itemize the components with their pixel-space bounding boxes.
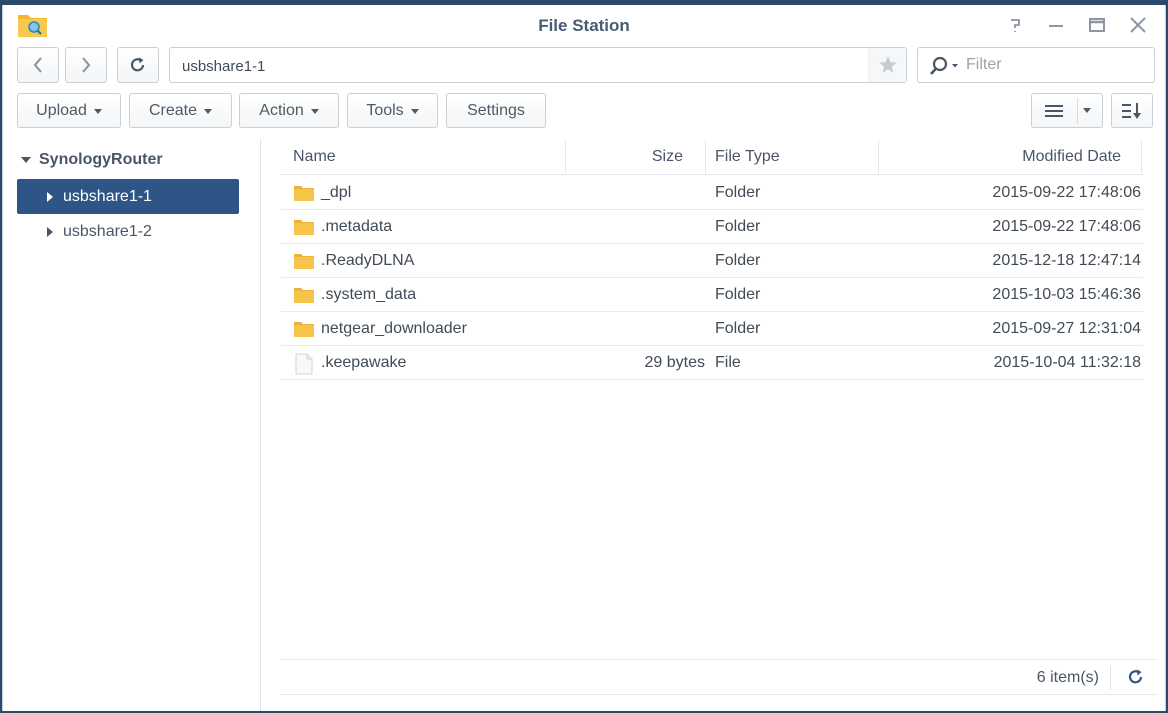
column-divider[interactable] bbox=[705, 141, 706, 173]
file-name: .keepawake bbox=[321, 354, 407, 371]
list-view-icon bbox=[1045, 104, 1063, 117]
path-text: usbshare1-1 bbox=[182, 58, 266, 75]
file-modified: 2015-10-04 11:32:18 bbox=[993, 354, 1141, 371]
tree-root[interactable]: SynologyRouter bbox=[21, 151, 163, 169]
folder-icon bbox=[294, 288, 314, 303]
caret-down-icon bbox=[204, 109, 213, 114]
file-size bbox=[565, 278, 705, 312]
forward-button[interactable] bbox=[65, 47, 107, 83]
file-name: .system_data bbox=[321, 286, 417, 303]
tree-item-label: usbshare1-2 bbox=[63, 222, 152, 240]
tree-item-label: usbshare1-1 bbox=[63, 187, 152, 205]
action-button[interactable]: Action bbox=[239, 93, 339, 128]
tools-button-label: Tools bbox=[366, 101, 404, 119]
tools-button[interactable]: Tools bbox=[347, 93, 438, 128]
refresh-icon[interactable] bbox=[1127, 668, 1145, 690]
maximize-icon[interactable] bbox=[1086, 14, 1108, 36]
help-icon[interactable] bbox=[1005, 14, 1027, 36]
caret-down-icon bbox=[1083, 108, 1091, 113]
refresh-icon bbox=[130, 57, 145, 72]
favorite-star-icon[interactable] bbox=[868, 48, 906, 82]
column-name[interactable]: Name bbox=[293, 139, 336, 175]
collapse-arrow-icon bbox=[47, 191, 53, 202]
column-divider[interactable] bbox=[1141, 141, 1142, 173]
divider bbox=[1077, 98, 1078, 124]
file-type: Folder bbox=[715, 184, 761, 201]
file-name: .ReadyDLNA bbox=[321, 252, 415, 269]
caret-down-icon bbox=[310, 109, 319, 114]
refresh-button[interactable] bbox=[117, 47, 159, 83]
folder-tree: SynologyRouter usbshare1-1 usbshare1-2 bbox=[3, 139, 261, 711]
divider bbox=[1110, 666, 1111, 690]
file-modified: 2015-10-03 15:46:36 bbox=[992, 286, 1141, 303]
tree-item-usbshare1-1[interactable]: usbshare1-1 bbox=[17, 179, 239, 214]
file-modified: 2015-09-22 17:48:06 bbox=[992, 184, 1141, 201]
file-row[interactable]: _dpl Folder 2015-09-22 17:48:06 bbox=[281, 176, 1143, 210]
file-type: Folder bbox=[715, 218, 761, 235]
column-modified-date[interactable]: Modified Date bbox=[878, 139, 1121, 175]
file-row[interactable]: .ReadyDLNA Folder 2015-12-18 12:47:14 bbox=[281, 244, 1143, 278]
file-station-window: File Station usbshare1-1 U bbox=[2, 5, 1166, 711]
status-bar: 6 item(s) bbox=[281, 659, 1157, 695]
view-mode-button[interactable] bbox=[1031, 93, 1103, 128]
file-row[interactable]: netgear_downloader Folder 2015-09-27 12:… bbox=[281, 312, 1143, 346]
chevron-right-icon bbox=[82, 57, 91, 73]
file-name: netgear_downloader bbox=[321, 320, 467, 337]
file-row[interactable]: .metadata Folder 2015-09-22 17:48:06 bbox=[281, 210, 1143, 244]
file-size bbox=[565, 210, 705, 244]
folder-icon bbox=[294, 322, 314, 337]
caret-down-icon bbox=[410, 109, 419, 114]
file-type: Folder bbox=[715, 320, 761, 337]
close-icon[interactable] bbox=[1127, 14, 1149, 36]
filter-box bbox=[917, 47, 1155, 83]
title-bar: File Station bbox=[3, 5, 1165, 43]
search-icon[interactable] bbox=[928, 56, 962, 80]
file-modified: 2015-09-22 17:48:06 bbox=[992, 218, 1141, 235]
folder-icon bbox=[294, 220, 314, 235]
collapse-arrow-icon bbox=[47, 226, 53, 237]
file-row[interactable]: .keepawake 29 bytes File 2015-10-04 11:3… bbox=[281, 346, 1143, 380]
sort-button[interactable] bbox=[1111, 93, 1153, 128]
tree-root-label: SynologyRouter bbox=[39, 151, 163, 168]
item-count: 6 item(s) bbox=[1036, 669, 1099, 686]
path-bar[interactable]: usbshare1-1 bbox=[169, 47, 907, 83]
file-modified: 2015-09-27 12:31:04 bbox=[992, 320, 1141, 337]
file-name: _dpl bbox=[321, 184, 352, 201]
file-name: .metadata bbox=[321, 218, 393, 235]
chevron-left-icon bbox=[33, 57, 42, 73]
file-size: 29 bytes bbox=[644, 354, 705, 371]
action-button-label: Action bbox=[259, 101, 304, 119]
file-icon bbox=[295, 353, 313, 375]
column-size[interactable]: Size bbox=[565, 139, 683, 175]
create-button[interactable]: Create bbox=[129, 93, 232, 128]
file-size bbox=[565, 176, 705, 210]
filter-input[interactable] bbox=[966, 54, 1146, 76]
window-title: File Station bbox=[538, 16, 630, 35]
file-type: Folder bbox=[715, 286, 761, 303]
expand-arrow-icon bbox=[21, 157, 31, 163]
list-header: Name Size File Type Modified Date bbox=[281, 139, 1143, 175]
upload-button[interactable]: Upload bbox=[17, 93, 121, 128]
settings-button[interactable]: Settings bbox=[446, 93, 546, 128]
create-button-label: Create bbox=[148, 101, 198, 119]
file-type: Folder bbox=[715, 252, 761, 269]
file-size bbox=[565, 244, 705, 278]
column-file-type[interactable]: File Type bbox=[715, 139, 780, 175]
minimize-icon[interactable] bbox=[1045, 14, 1067, 36]
back-button[interactable] bbox=[17, 47, 59, 83]
file-size bbox=[565, 312, 705, 346]
folder-icon bbox=[294, 254, 314, 269]
file-type: File bbox=[715, 354, 741, 371]
upload-button-label: Upload bbox=[36, 101, 87, 119]
folder-icon bbox=[294, 186, 314, 201]
sort-icon bbox=[1122, 102, 1141, 119]
file-modified: 2015-12-18 12:47:14 bbox=[992, 252, 1141, 269]
caret-down-icon bbox=[93, 109, 102, 114]
file-row[interactable]: .system_data Folder 2015-10-03 15:46:36 bbox=[281, 278, 1143, 312]
tree-item-usbshare1-2[interactable]: usbshare1-2 bbox=[17, 214, 239, 249]
settings-button-label: Settings bbox=[467, 101, 525, 119]
